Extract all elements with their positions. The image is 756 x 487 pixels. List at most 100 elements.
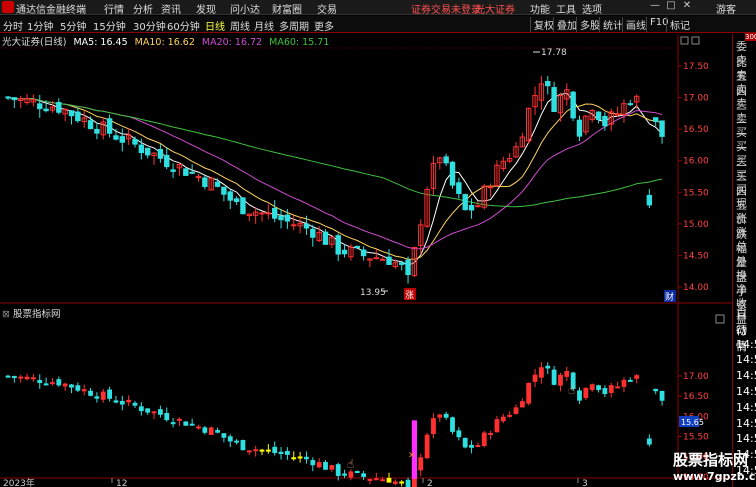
candle-body	[183, 168, 189, 176]
panel-close-icon-left[interactable]: ⊠	[2, 309, 10, 320]
candle-body	[106, 118, 113, 134]
indicator-body	[348, 471, 354, 478]
indicator-body	[75, 385, 81, 391]
indicator-body	[246, 450, 252, 453]
indicator-body	[31, 377, 36, 380]
quote-panel: 300 委比卖五卖四卖三卖二卖一买一买二买三买四买五现价涨跌涨幅总量外盘换手净资…	[732, 33, 756, 487]
indicator-body	[240, 440, 246, 451]
candle-body	[595, 111, 602, 120]
indicator-body	[602, 388, 608, 395]
indicator-body	[367, 479, 373, 482]
panel-close-icon[interactable]	[715, 314, 725, 324]
panel-toggle-icon[interactable]	[680, 36, 689, 45]
indicator-body	[183, 421, 189, 426]
candle-body	[43, 108, 49, 112]
indicator-body	[532, 374, 538, 382]
indicator-body	[208, 427, 214, 436]
indicator-body	[253, 449, 259, 452]
indicator-body	[126, 399, 132, 403]
panel-maximize-icon[interactable]	[691, 36, 700, 45]
x-axis-label-2: 2	[427, 479, 433, 487]
price-axis-label: 14.50	[683, 251, 709, 261]
indicator-body	[145, 408, 151, 413]
candlestick-series	[5, 75, 665, 284]
indicator-body	[265, 449, 271, 452]
max-price-label: 17.78	[541, 48, 567, 58]
indicator-body	[621, 379, 627, 387]
tick-label-8: 14:5	[736, 432, 756, 446]
indicator-body	[513, 407, 519, 414]
candle-body	[5, 96, 11, 99]
candle-body	[646, 194, 653, 206]
watermark-title: 股票指标网	[673, 451, 749, 469]
indicator-body	[418, 457, 424, 471]
indicator-body	[589, 384, 595, 390]
indicator-body	[399, 481, 405, 484]
indicator-body	[227, 436, 233, 442]
cross-marker-icon: ✕	[408, 451, 416, 461]
candle-body	[11, 97, 18, 101]
candle-body	[145, 147, 151, 156]
indicator-body	[354, 471, 360, 474]
indicator-body	[285, 451, 290, 455]
indicator-body	[615, 386, 620, 389]
indicator-body	[539, 367, 544, 378]
indicator-body	[634, 375, 640, 379]
indicator-axis-label: 15.50	[683, 432, 709, 442]
indicator-body	[392, 481, 398, 484]
indicator-body	[481, 432, 487, 446]
indicator-body	[272, 446, 278, 454]
price-axis-label: 15.00	[683, 220, 709, 230]
indicator-body	[291, 457, 297, 460]
indicator-body	[100, 391, 106, 400]
indicator-body	[646, 438, 652, 445]
candle-body	[322, 231, 329, 245]
indicator-body	[488, 432, 493, 435]
candle-body	[113, 135, 119, 140]
indicator-body	[500, 416, 506, 422]
indicator-body	[424, 434, 430, 459]
candle-body	[449, 161, 456, 186]
x-axis-label-3: 3	[582, 479, 588, 487]
indicator-body	[596, 385, 601, 390]
ma20-line	[7, 97, 663, 250]
watermark-url: www.7gpzb.com	[673, 470, 756, 483]
price-axis-label: 15.50	[683, 188, 709, 198]
candle-body	[487, 186, 494, 189]
candle-body	[659, 120, 665, 137]
indicator-body	[380, 479, 386, 482]
candle-body	[240, 197, 246, 215]
indicator-body	[608, 385, 614, 393]
candle-body	[272, 207, 278, 219]
indicator-body	[81, 389, 87, 392]
tick-label-7: 14:5	[736, 416, 756, 430]
indicator-body	[202, 427, 208, 433]
indicator-candle-series	[5, 362, 665, 487]
candle-body	[545, 81, 551, 87]
candle-body	[551, 87, 557, 112]
candle-body	[354, 245, 360, 249]
indicator-body	[151, 411, 157, 414]
candle-body	[94, 128, 100, 134]
indicator-body	[507, 414, 513, 417]
price-axis-label: 16.50	[683, 125, 709, 135]
indicator-body	[545, 365, 551, 369]
candle-body	[475, 205, 481, 208]
candle-body	[157, 149, 164, 159]
hand-pointer-icon: ☝	[568, 383, 575, 397]
indicator-body	[304, 456, 309, 460]
candle-body	[132, 139, 138, 145]
candle-body	[214, 181, 221, 187]
indicator-body	[405, 479, 411, 487]
indicator-body	[386, 477, 392, 483]
indicator-body	[215, 430, 220, 433]
indicator-body	[494, 419, 500, 433]
hand-pointer-icon-2: ☝	[347, 457, 354, 471]
kline-chart[interactable]: 17.50 17.00 16.50 16.00 15.50 15.00 14.50 14.00…	[0, 0, 732, 487]
indicator-axis-label: 17.00	[683, 372, 709, 382]
candle-body	[278, 215, 284, 221]
candle-body	[303, 223, 310, 229]
indicator-body	[113, 400, 119, 403]
tick-label-5: 14:5	[736, 385, 756, 398]
indicator-body	[323, 461, 328, 470]
